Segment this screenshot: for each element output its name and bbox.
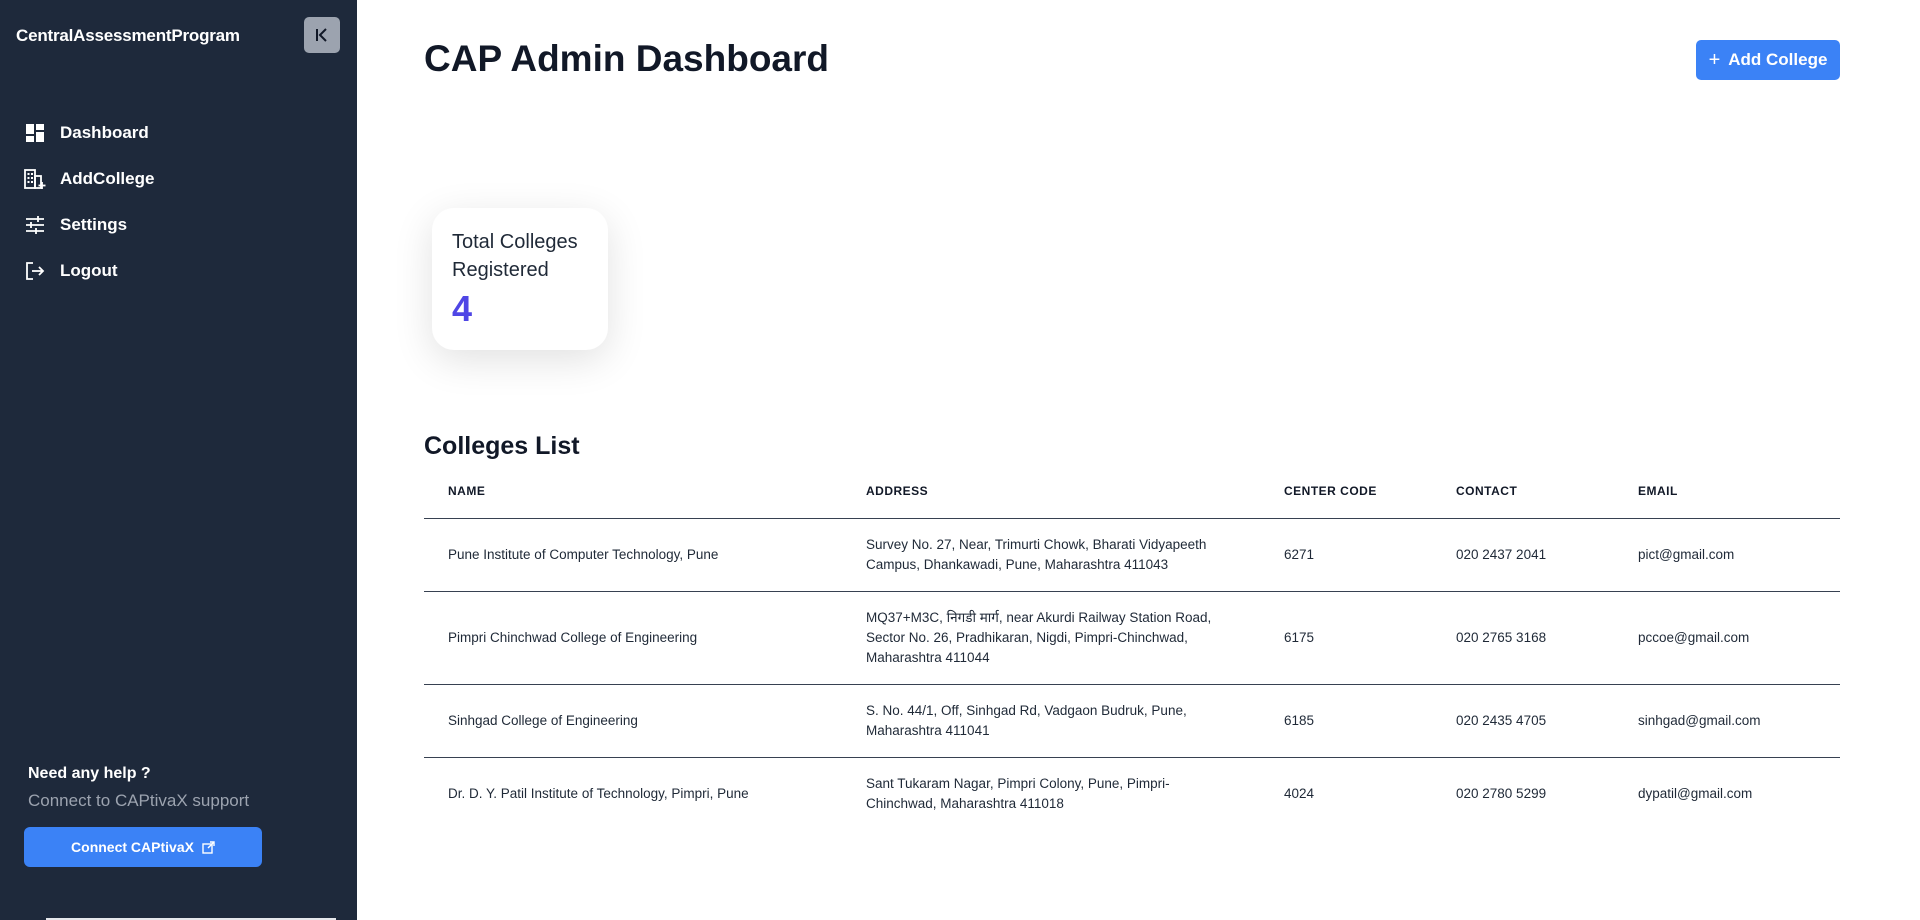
table-row[interactable]: Dr. D. Y. Patil Institute of Technology,… bbox=[424, 757, 1840, 830]
college-name: Dr. D. Y. Patil Institute of Technology,… bbox=[448, 785, 749, 801]
sidebar-nav: Dashboard AddCollege Settings Logout bbox=[24, 110, 154, 294]
college-contact: 020 2765 3168 bbox=[1432, 591, 1614, 685]
stat-label: Total Colleges Registered bbox=[452, 231, 578, 281]
plus-icon: + bbox=[1708, 48, 1721, 71]
sidebar-item-label: AddCollege bbox=[60, 169, 155, 188]
add-building-icon bbox=[24, 168, 46, 190]
total-colleges-card: Total Colleges Registered 4 bbox=[432, 208, 608, 350]
colleges-table: NAME ADDRESS CENTER CODE CONTACT EMAIL P… bbox=[424, 484, 1840, 830]
stat-value: 4 bbox=[452, 288, 473, 329]
main-content: CAP Admin Dashboard + Add College Total … bbox=[357, 0, 1920, 920]
brand-name: CentralAssessmentProgram bbox=[16, 26, 240, 45]
help-title: Need any help ? bbox=[28, 765, 151, 782]
connect-support-button[interactable]: Connect CAPtivaX bbox=[24, 827, 262, 867]
dashboard-icon bbox=[24, 122, 46, 144]
college-name: Pune Institute of Computer Technology, P… bbox=[424, 518, 842, 592]
table-row[interactable]: Sinhgad College of Engineering S. No. 44… bbox=[424, 684, 1840, 758]
college-email: pccoe@gmail.com bbox=[1614, 591, 1840, 685]
college-contact: 020 2437 2041 bbox=[1432, 518, 1614, 592]
column-header-contact[interactable]: CONTACT bbox=[1432, 484, 1614, 519]
college-address: Survey No. 27, Near, Trimurti Chowk, Bha… bbox=[842, 518, 1260, 592]
college-contact: 020 2780 5299 bbox=[1456, 785, 1547, 801]
college-center-code: 6271 bbox=[1260, 518, 1432, 592]
college-center-code: 6185 bbox=[1260, 684, 1432, 758]
college-name: Pimpri Chinchwad College of Engineering bbox=[424, 591, 842, 685]
college-center-code: 4024 bbox=[1284, 785, 1315, 801]
table-row[interactable]: Pimpri Chinchwad College of Engineering … bbox=[424, 591, 1840, 685]
college-address: S. No. 44/1, Off, Sinhgad Rd, Vadgaon Bu… bbox=[842, 684, 1260, 758]
college-address: Sant Tukaram Nagar, Pimpri Colony, Pune,… bbox=[866, 775, 1170, 811]
help-subtitle: Connect to CAPtivaX support bbox=[28, 791, 250, 810]
sidebar-item-label: Logout bbox=[60, 261, 118, 280]
page-title: CAP Admin Dashboard bbox=[424, 38, 829, 79]
column-header-center-code[interactable]: CENTER CODE bbox=[1260, 484, 1432, 519]
sliders-icon bbox=[24, 214, 46, 236]
collapse-icon bbox=[316, 28, 327, 42]
sidebar-item-addcollege[interactable]: AddCollege bbox=[24, 156, 154, 202]
sidebar-item-dashboard[interactable]: Dashboard bbox=[24, 110, 154, 156]
add-college-label: Add College bbox=[1728, 50, 1828, 69]
app: CentralAssessmentProgram Dashboard AddCo… bbox=[0, 0, 1920, 920]
sidebar-item-label: Dashboard bbox=[60, 123, 149, 142]
college-email: sinhgad@gmail.com bbox=[1614, 684, 1840, 758]
column-header-address[interactable]: ADDRESS bbox=[842, 484, 1260, 519]
table-header-row: NAME ADDRESS CENTER CODE CONTACT EMAIL bbox=[424, 484, 1840, 519]
sidebar: CentralAssessmentProgram Dashboard AddCo… bbox=[0, 0, 357, 920]
collapse-sidebar-button[interactable] bbox=[304, 17, 340, 53]
sidebar-item-label: Settings bbox=[60, 215, 128, 234]
college-email: dypatil@gmail.com bbox=[1638, 785, 1753, 801]
sidebar-item-logout[interactable]: Logout bbox=[24, 248, 154, 294]
sidebar-item-settings[interactable]: Settings bbox=[24, 202, 154, 248]
college-center-code: 6175 bbox=[1260, 591, 1432, 685]
help-section: Need any help ? Connect to CAPtivaX supp… bbox=[28, 765, 249, 811]
colleges-list-title: Colleges List bbox=[424, 432, 580, 460]
column-header-email[interactable]: EMAIL bbox=[1614, 484, 1840, 519]
external-link-icon bbox=[202, 840, 215, 854]
connect-button-label: Connect CAPtivaX bbox=[71, 839, 194, 855]
college-address: MQ37+M3C, निगडी मार्ग, near Akurdi Railw… bbox=[842, 591, 1260, 685]
add-college-button[interactable]: + Add College bbox=[1696, 40, 1840, 80]
college-name: Sinhgad College of Engineering bbox=[424, 684, 842, 758]
college-email: pict@gmail.com bbox=[1614, 518, 1840, 592]
college-contact: 020 2435 4705 bbox=[1432, 684, 1614, 758]
logout-icon bbox=[24, 260, 46, 282]
column-header-name[interactable]: NAME bbox=[424, 484, 842, 519]
table-row[interactable]: Pune Institute of Computer Technology, P… bbox=[424, 518, 1840, 592]
